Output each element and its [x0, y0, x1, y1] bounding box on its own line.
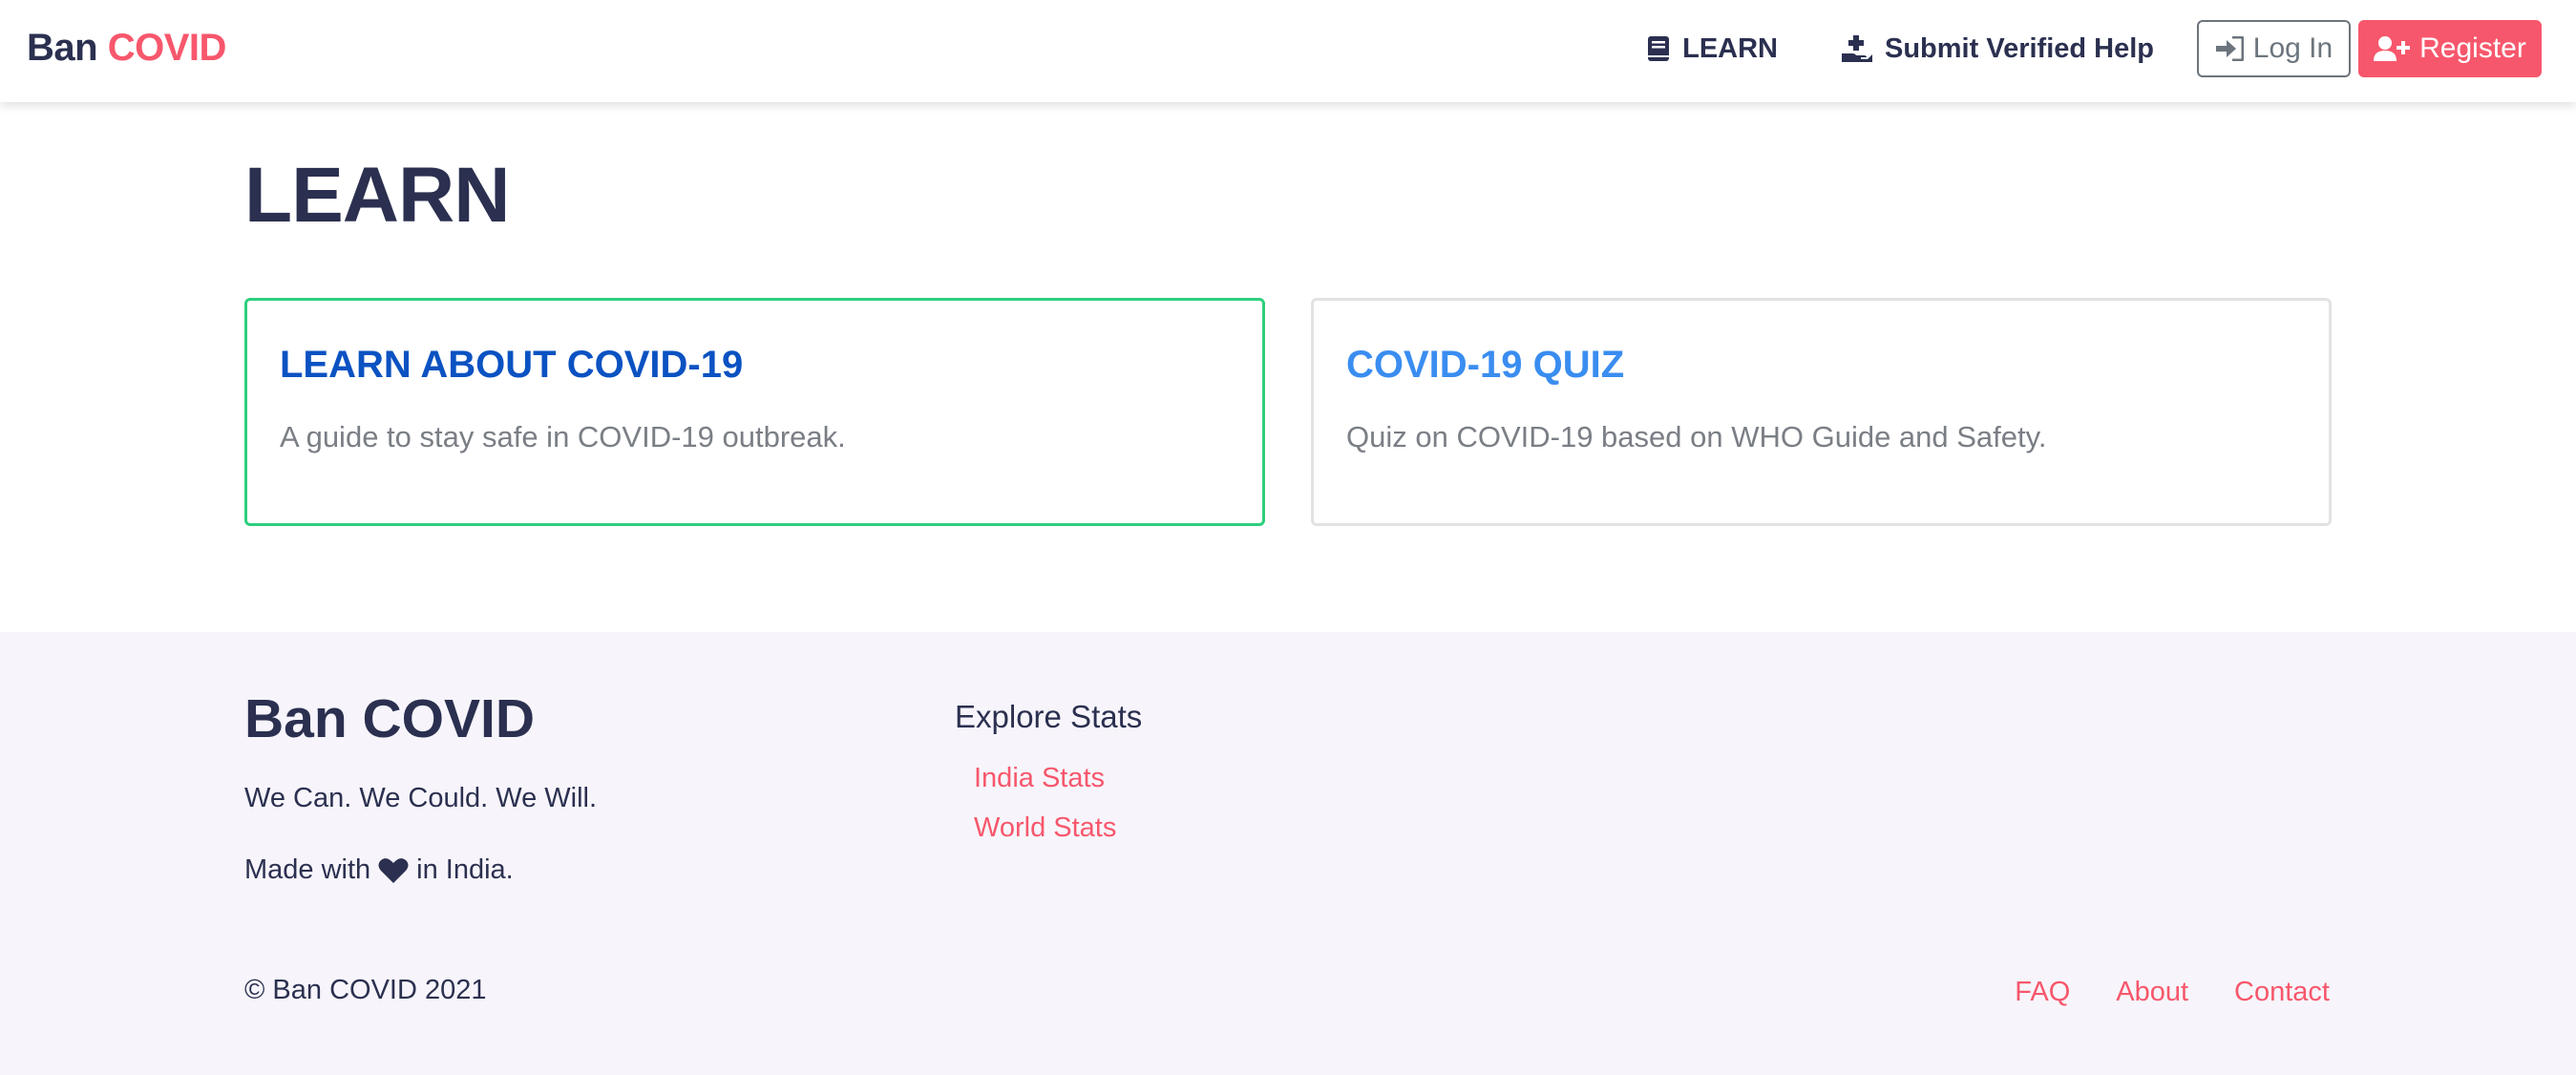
explore-stats-heading: Explore Stats [955, 699, 1143, 734]
faq-link[interactable]: FAQ [2015, 977, 2070, 1008]
about-link[interactable]: About [2116, 977, 2188, 1008]
card-description: Quiz on COVID-19 based on WHO Guide and … [1346, 420, 2047, 453]
footer-bottom-links: FAQ About Contact [1969, 977, 2330, 1008]
brand-main: Ban [27, 27, 98, 69]
login-label: Log In [2252, 32, 2333, 64]
made-with-suffix: in India. [416, 854, 514, 885]
footer-tagline: We Can. We Could. We Will. [244, 783, 598, 813]
login-button[interactable]: Log In [2197, 20, 2351, 77]
footer-brand: Ban COVID [244, 688, 536, 749]
hand-plus-icon [1842, 35, 1872, 62]
card-title: COVID-19 QUIZ [1346, 344, 1625, 386]
brand-accent: COVID [107, 27, 227, 69]
nav-submit-help-link[interactable]: Submit Verified Help [1841, 33, 2154, 65]
register-button[interactable]: Register [2358, 20, 2542, 77]
world-stats-link[interactable]: World Stats [974, 812, 1116, 844]
nav-links: LEARN Submit Verified Help Log In Regist… [1646, 20, 2542, 77]
nav-learn-label: LEARN [1682, 32, 1778, 64]
heart-icon [378, 857, 409, 883]
contact-link[interactable]: Contact [2234, 977, 2330, 1008]
navbar: Ban COVID LEARN Submit Verified Help Log… [0, 0, 2576, 102]
sign-in-icon [2215, 36, 2244, 61]
register-label: Register [2419, 32, 2526, 64]
card-description: A guide to stay safe in COVID-19 outbrea… [280, 420, 846, 453]
copyright: © Ban COVID 2021 [244, 975, 487, 1005]
india-stats-link[interactable]: India Stats [974, 763, 1105, 794]
page-title: LEARN [244, 152, 510, 239]
nav-learn-link[interactable]: LEARN [1646, 33, 1778, 65]
brand-logo[interactable]: Ban COVID [27, 27, 226, 70]
made-with-prefix: Made with [244, 854, 371, 885]
footer-made-with: Made with in India. [244, 854, 514, 886]
covid-quiz-card[interactable]: COVID-19 QUIZ Quiz on COVID-19 based on … [1311, 298, 2332, 526]
nav-submit-help-label: Submit Verified Help [1885, 32, 2154, 64]
user-plus-icon [2374, 36, 2411, 61]
book-icon [1648, 36, 1670, 61]
footer: Ban COVID We Can. We Could. We Will. Mad… [0, 632, 2576, 1075]
card-title: LEARN ABOUT COVID-19 [280, 344, 744, 386]
learn-about-covid-card[interactable]: LEARN ABOUT COVID-19 A guide to stay saf… [244, 298, 1265, 526]
